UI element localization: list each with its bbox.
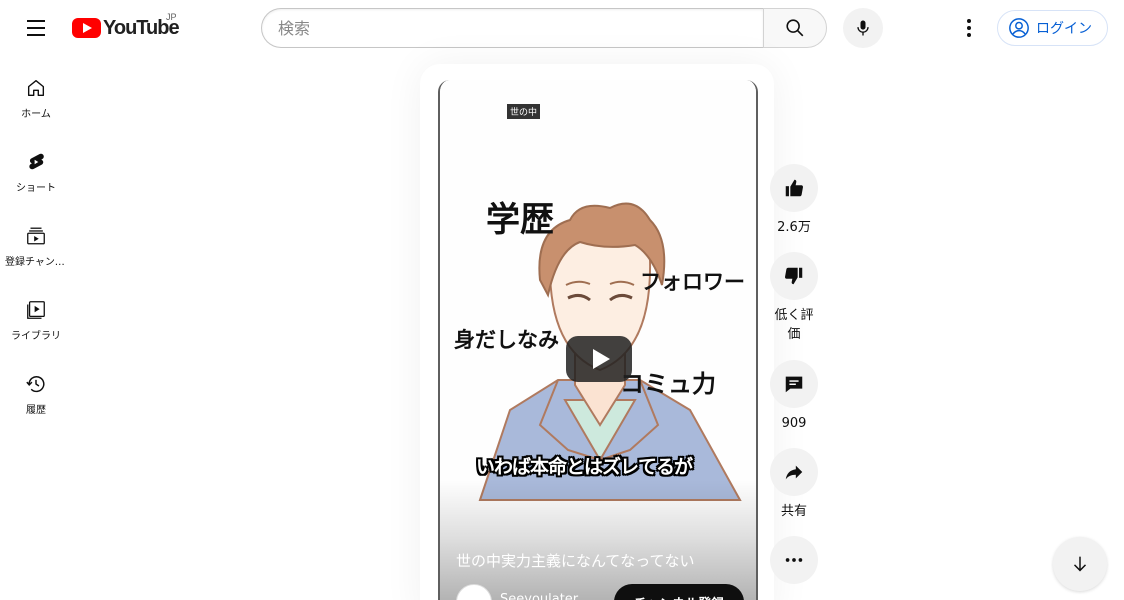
more-dot bbox=[967, 26, 971, 30]
overlay-word: 身だしなみ bbox=[454, 328, 559, 352]
login-button[interactable]: ログイン bbox=[997, 10, 1108, 46]
library-icon bbox=[27, 301, 45, 319]
dislike-label: 低く評価 bbox=[774, 308, 814, 342]
share-button[interactable] bbox=[770, 448, 818, 496]
share-label: 共有 bbox=[780, 504, 807, 519]
voice-search-button[interactable] bbox=[843, 8, 883, 48]
more-dot bbox=[967, 19, 971, 23]
more-actions bbox=[770, 536, 818, 584]
menu-icon-line bbox=[27, 20, 45, 22]
dislike-action: 低く評価 bbox=[770, 252, 818, 344]
youtube-play-icon bbox=[72, 18, 101, 38]
video-overlay-gradient bbox=[440, 480, 756, 600]
youtube-logo[interactable]: YouTube bbox=[72, 15, 180, 41]
share-action: 共有 bbox=[770, 448, 818, 521]
subscriptions-icon bbox=[27, 227, 45, 245]
overlay-word: コミュ力 bbox=[620, 370, 716, 398]
search-icon bbox=[786, 19, 804, 37]
comments-action: 909 bbox=[770, 360, 818, 433]
sidebar-item-label: ショート bbox=[16, 183, 56, 194]
settings-more-button[interactable] bbox=[953, 12, 985, 44]
like-action: 2.6万 bbox=[770, 164, 818, 237]
next-video-button[interactable] bbox=[1053, 537, 1107, 591]
comments-button[interactable] bbox=[770, 360, 818, 408]
more-actions-button[interactable] bbox=[770, 536, 818, 584]
share-icon bbox=[785, 465, 803, 480]
sidebar-item-label: 履歴 bbox=[26, 405, 46, 416]
search-input[interactable] bbox=[261, 8, 763, 48]
play-button[interactable] bbox=[566, 336, 632, 382]
like-count: 2.6万 bbox=[777, 220, 811, 235]
page: YouTube JP ログイン ホーム ショート bbox=[0, 0, 1124, 600]
sidebar-item-label: ホーム bbox=[21, 109, 51, 120]
shorts-player[interactable]: 世の中 学歴 フォロワー 身だしなみ コミュ力 いわば本命とはズレてるが 世の中… bbox=[438, 80, 758, 600]
sidebar-item-history[interactable]: 履歴 bbox=[4, 352, 68, 426]
comment-icon bbox=[785, 376, 803, 393]
overlay-word: フォロワー bbox=[640, 270, 745, 294]
arrow-down-icon bbox=[1073, 556, 1087, 572]
country-code: JP bbox=[166, 12, 177, 22]
sidebar-item-home[interactable]: ホーム bbox=[4, 56, 68, 130]
microphone-icon bbox=[857, 20, 869, 36]
more-dot bbox=[967, 33, 971, 37]
guide-menu-button[interactable] bbox=[20, 12, 52, 44]
video-title[interactable]: 世の中実力主義になんてなってない bbox=[456, 550, 695, 571]
thumbs-up-icon bbox=[785, 179, 804, 197]
search-button[interactable] bbox=[763, 8, 827, 48]
search-bar bbox=[261, 8, 827, 48]
sidebar-item-label: ライブラリ bbox=[11, 331, 61, 342]
video-frame: 世の中 学歴 フォロワー 身だしなみ コミュ力 いわば本命とはズレてるが 世の中… bbox=[440, 80, 756, 600]
channel-name[interactable]: Seeyoulater bbox=[500, 592, 578, 600]
sidebar-item-library[interactable]: ライブラリ bbox=[4, 278, 68, 352]
menu-icon-line bbox=[27, 34, 45, 36]
shorts-icon bbox=[29, 153, 44, 170]
sidebar-item-subscriptions[interactable]: 登録チャンネル bbox=[4, 204, 68, 278]
thumbs-down-icon bbox=[784, 267, 803, 285]
masthead: YouTube JP ログイン bbox=[0, 0, 1124, 56]
video-caption: いわば本命とはズレてるが bbox=[476, 456, 693, 478]
menu-icon-line bbox=[27, 27, 45, 29]
like-button[interactable] bbox=[770, 164, 818, 212]
login-label: ログイン bbox=[1036, 21, 1092, 37]
more-horizontal-icon bbox=[785, 558, 803, 562]
comment-count: 909 bbox=[781, 416, 807, 431]
subscribe-button[interactable]: チャンネル登録 bbox=[614, 584, 744, 600]
history-icon bbox=[26, 376, 45, 393]
sidebar-item-shorts[interactable]: ショート bbox=[4, 130, 68, 204]
home-icon bbox=[27, 79, 45, 97]
overlay-word: 学歴 bbox=[486, 200, 554, 240]
account-circle-icon bbox=[1009, 18, 1029, 38]
dislike-button[interactable] bbox=[770, 252, 818, 300]
sidebar-item-label: 登録チャンネル bbox=[5, 257, 67, 268]
